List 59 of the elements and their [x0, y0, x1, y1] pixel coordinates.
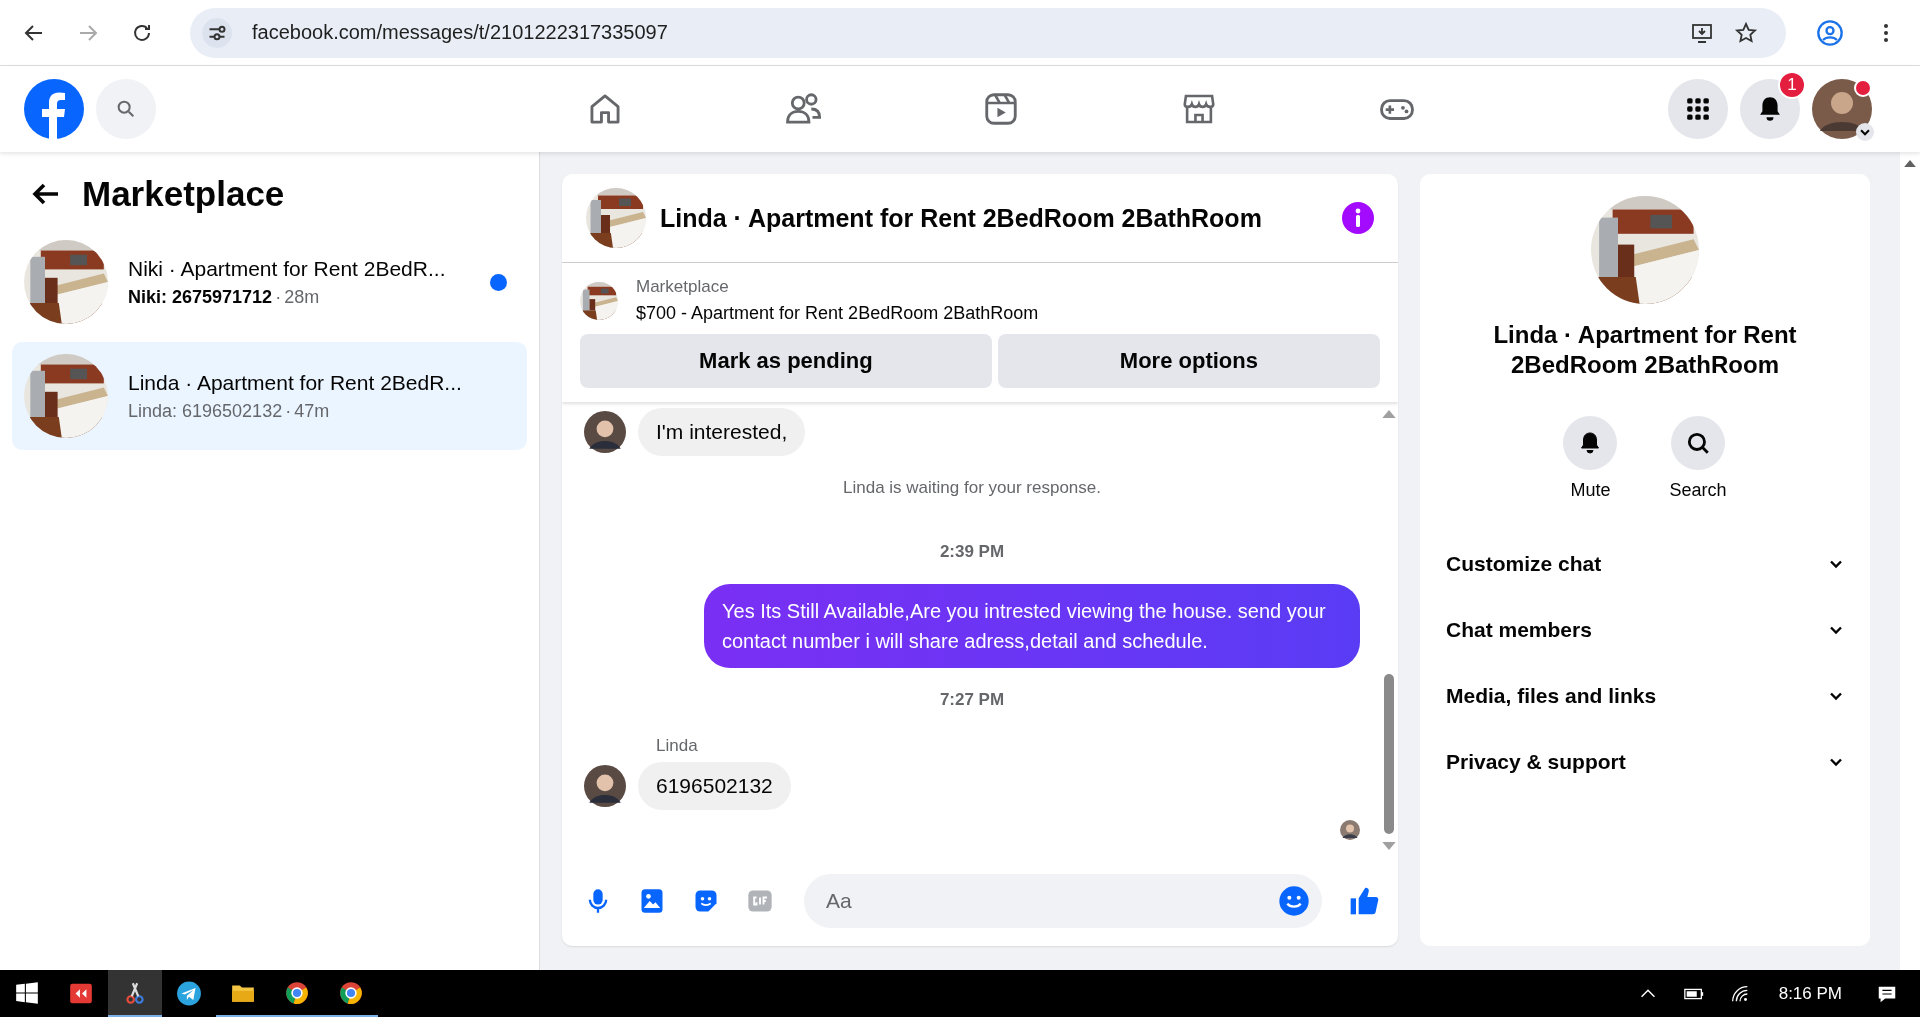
- seen-avatar: [1340, 820, 1360, 840]
- message-bubble: 6196502132: [638, 762, 791, 810]
- status-notice: Linda is waiting for your response.: [843, 478, 1101, 498]
- conversation-title: Niki · Apartment for Rent 2BedR...: [128, 256, 447, 281]
- address-bar[interactable]: facebook.com/messages/t/2101222317335097: [190, 7, 1786, 58]
- timestamp: 28m: [284, 286, 320, 308]
- section-header[interactable]: Chat members: [1446, 597, 1844, 663]
- scrollbar-thumb[interactable]: [1384, 674, 1394, 834]
- scroll-down-icon[interactable]: [1382, 842, 1396, 850]
- action-label[interactable]: Search: [1669, 480, 1727, 501]
- video-icon[interactable]: [982, 90, 1020, 128]
- listing-title: $700 - Apartment for Rent 2BedRoom 2BathRoom: [636, 303, 1039, 324]
- url-text: facebook.com/messages/t/2101222317335097: [252, 21, 668, 44]
- section-header[interactable]: Customize chat: [1446, 531, 1844, 597]
- message-bubble: Yes Its Still Available,Are you intrested viewing the house. send your contact number i will share adress,detail and schedule.: [704, 584, 1360, 668]
- separator: ·: [275, 286, 282, 308]
- clock-text[interactable]: 8:16 PM: [1778, 983, 1842, 1004]
- action-label[interactable]: Mute: [1570, 480, 1611, 501]
- chat-title: Linda · Apartment for Rent 2BedRoom 2BathRoom: [660, 203, 1262, 233]
- info-icon[interactable]: [1342, 202, 1374, 234]
- notifications-button[interactable]: [1740, 79, 1800, 139]
- sender-name: Linda: [656, 736, 698, 755]
- conversation-title: Linda · Apartment for Rent 2BedRoom 2BathRoom: [1492, 320, 1798, 380]
- message-bubble: I'm interested,: [638, 408, 806, 456]
- listing-source: Marketplace: [636, 277, 730, 297]
- action-button[interactable]: Mark as pending: [580, 334, 992, 388]
- section-header[interactable]: Privacy & support: [1446, 729, 1844, 795]
- browser-icon[interactable]: [284, 979, 310, 1006]
- action-button[interactable]: More options: [997, 334, 1380, 388]
- page-title: Marketplace: [82, 174, 285, 214]
- timestamp: 7:27 PM: [939, 690, 1005, 710]
- message-preview: Niki: 2675971712: [128, 286, 273, 308]
- conversation-title: Linda · Apartment for Rent 2BedR...: [128, 370, 463, 395]
- logo-icon[interactable]: [24, 79, 84, 139]
- star-icon[interactable]: [1734, 20, 1758, 45]
- message-field[interactable]: Aa: [804, 874, 1322, 928]
- section-header[interactable]: Media, files and links: [1446, 663, 1844, 729]
- conversation-item[interactable]: Niki · Apartment for Rent 2BedR... Niki: 2675971712 · 28m: [12, 228, 527, 336]
- profile-icon[interactable]: [1816, 18, 1844, 47]
- status-dot: [1854, 79, 1872, 97]
- thumbs-up-icon[interactable]: [1348, 885, 1380, 917]
- scroll-up-icon[interactable]: [1382, 410, 1396, 418]
- separator: ·: [285, 400, 292, 422]
- apps-button[interactable]: [1668, 79, 1728, 139]
- avatar: [584, 765, 626, 807]
- conversation-item[interactable]: Linda · Apartment for Rent 2BedR... Linda: 6196502132 · 47m: [12, 342, 527, 450]
- notification-badge: 1: [1778, 71, 1806, 99]
- scroll-up-icon[interactable]: [1904, 160, 1916, 167]
- avatar: [584, 411, 626, 453]
- site-settings-icon[interactable]: [202, 17, 232, 48]
- message-preview: Linda: 6196502132: [128, 400, 283, 422]
- chevron-icon[interactable]: [1856, 123, 1874, 141]
- timestamp: 2:39 PM: [939, 542, 1005, 562]
- browser-icon[interactable]: [338, 979, 364, 1006]
- grid-icon[interactable]: [1685, 96, 1711, 122]
- unread-dot: [490, 273, 507, 291]
- emoji-icon[interactable]: [1278, 885, 1310, 917]
- search-icon[interactable]: [1685, 430, 1711, 456]
- timestamp: 47m: [294, 400, 330, 422]
